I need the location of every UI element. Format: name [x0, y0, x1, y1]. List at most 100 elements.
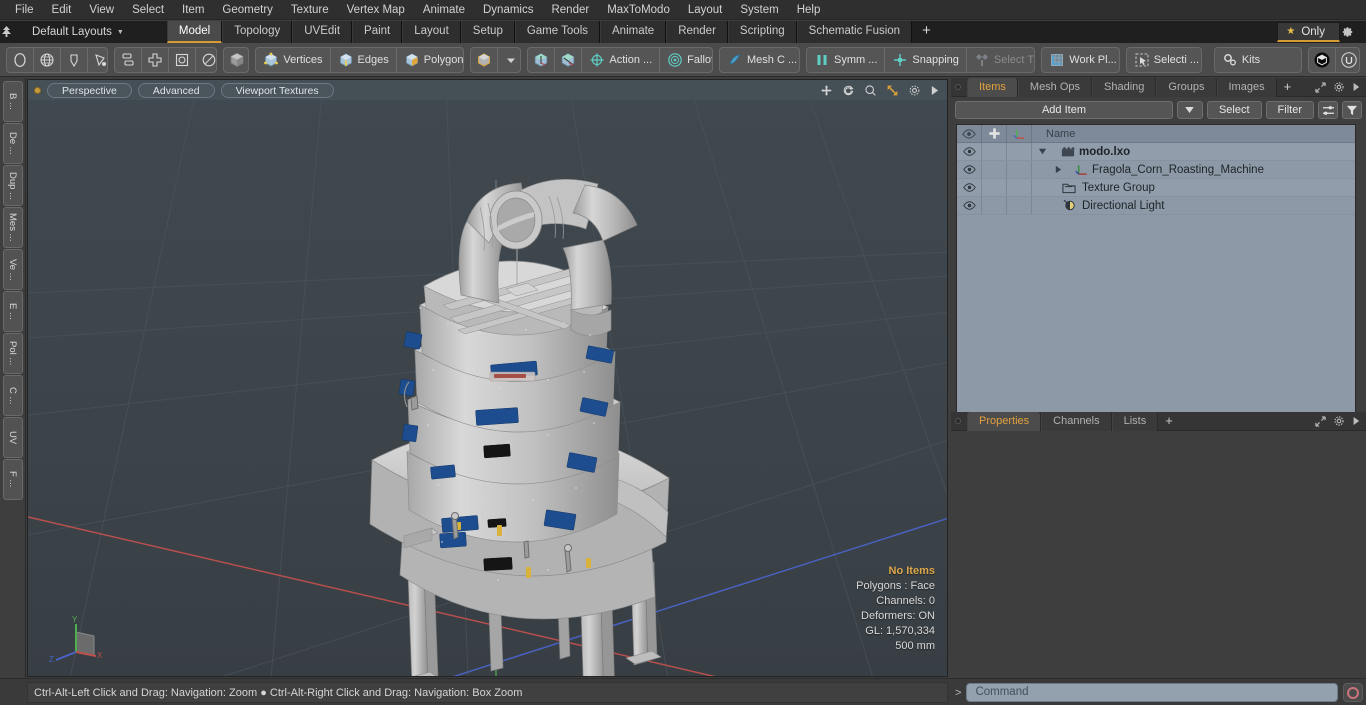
- menu-item-texture[interactable]: Texture: [282, 1, 338, 19]
- tab-images[interactable]: Images: [1216, 77, 1277, 97]
- table-row[interactable]: modo.lxo: [957, 143, 1355, 161]
- row-transform-cell[interactable]: [1007, 161, 1032, 178]
- row-lock-cell[interactable]: [982, 143, 1007, 160]
- 3d-viewport[interactable]: Perspective Advanced Viewport Textures Y…: [27, 79, 948, 677]
- left-strip-item-deform[interactable]: De ...: [2, 123, 23, 164]
- left-strip-item-vertex[interactable]: Ve ...: [2, 249, 23, 290]
- material-mode-dropdown[interactable]: [498, 48, 521, 72]
- tab-setup[interactable]: Setup: [460, 21, 515, 43]
- selection-sets-button[interactable]: Selecti ...: [1127, 48, 1201, 72]
- filter-funnel-icon[interactable]: [1342, 101, 1362, 119]
- tab-scripting[interactable]: Scripting: [727, 21, 797, 43]
- command-record-button[interactable]: [1343, 683, 1363, 702]
- tab-groups[interactable]: Groups: [1156, 77, 1217, 97]
- menu-item-item[interactable]: Item: [173, 1, 213, 19]
- chevron-right-icon[interactable]: [1352, 416, 1360, 426]
- chevron-right-icon[interactable]: [930, 85, 939, 96]
- select-through-button[interactable]: Select T...: [967, 48, 1034, 72]
- scale-tool-button[interactable]: [169, 47, 197, 72]
- only-toggle-button[interactable]: ★ Only: [1277, 22, 1340, 42]
- item-tree-row-texture-group[interactable]: Texture Group: [1032, 179, 1355, 196]
- left-strip-item-command[interactable]: C ...: [2, 375, 23, 416]
- kits-button[interactable]: Kits: [1215, 48, 1301, 72]
- menu-item-file[interactable]: File: [6, 1, 43, 19]
- modo-bridge-button[interactable]: [1309, 47, 1337, 72]
- gear-icon[interactable]: [908, 84, 921, 97]
- row-transform-cell[interactable]: [1007, 143, 1032, 160]
- fit-icon[interactable]: [886, 84, 899, 97]
- menu-item-maxtomodo[interactable]: MaxToModo: [598, 1, 679, 19]
- add-item-button[interactable]: Add Item: [955, 101, 1173, 119]
- vertices-mode-button[interactable]: Vertices: [256, 47, 331, 72]
- panel-menu-dot-icon[interactable]: [955, 84, 961, 90]
- viewport-view-selector[interactable]: Perspective: [47, 82, 132, 98]
- viewport-canvas[interactable]: [28, 80, 947, 676]
- menu-item-vertex-map[interactable]: Vertex Map: [338, 1, 414, 19]
- menu-item-dynamics[interactable]: Dynamics: [474, 1, 542, 19]
- tab-shading[interactable]: Shading: [1092, 77, 1157, 97]
- menu-item-view[interactable]: View: [80, 1, 123, 19]
- menu-item-help[interactable]: Help: [788, 1, 830, 19]
- expander-down-icon[interactable]: [1038, 147, 1047, 156]
- expand-icon[interactable]: [1315, 81, 1326, 93]
- gear-icon[interactable]: [1340, 25, 1362, 39]
- tab-items[interactable]: Items: [967, 77, 1018, 97]
- table-row[interactable]: Texture Group: [957, 179, 1355, 197]
- tab-lists[interactable]: Lists: [1111, 411, 1159, 431]
- work-plane-button[interactable]: Work Pl...: [1042, 48, 1119, 72]
- action-center-auto-button[interactable]: [528, 47, 556, 72]
- row-visibility-toggle[interactable]: [957, 197, 982, 214]
- menu-item-layout[interactable]: Layout: [679, 1, 732, 19]
- left-strip-item-fur[interactable]: F ...: [2, 459, 23, 500]
- tab-mesh-ops[interactable]: Mesh Ops: [1017, 77, 1093, 97]
- tab-model[interactable]: Model: [166, 21, 223, 43]
- chevron-right-icon[interactable]: [1352, 82, 1360, 92]
- polygons-mode-button[interactable]: Polygons: [397, 48, 463, 72]
- add-panel-tab-button[interactable]: +: [1277, 78, 1299, 97]
- left-strip-item-duplicate[interactable]: Dup ...: [2, 165, 23, 206]
- add-properties-tab-button[interactable]: +: [1158, 412, 1180, 431]
- left-strip-item-basic[interactable]: B ...: [2, 81, 23, 122]
- table-row[interactable]: Fragola_Corn_Roasting_Machine: [957, 161, 1355, 179]
- edges-mode-button[interactable]: Edges: [331, 47, 397, 72]
- left-strip-item-uv[interactable]: UV: [2, 417, 23, 458]
- add-tab-button[interactable]: +: [912, 21, 941, 43]
- menu-item-edit[interactable]: Edit: [43, 1, 81, 19]
- add-item-dropdown[interactable]: [1176, 101, 1203, 119]
- zoom-icon[interactable]: [864, 84, 877, 97]
- tab-animate[interactable]: Animate: [600, 21, 667, 43]
- row-lock-cell[interactable]: [982, 161, 1007, 178]
- viewport-textures-selector[interactable]: Viewport Textures: [220, 82, 334, 98]
- row-visibility-toggle[interactable]: [957, 179, 982, 196]
- tab-channels[interactable]: Channels: [1041, 411, 1112, 431]
- rotate-icon[interactable]: [842, 84, 855, 97]
- menu-item-select[interactable]: Select: [123, 1, 173, 19]
- item-tree-row-mesh[interactable]: Fragola_Corn_Roasting_Machine: [1032, 161, 1355, 178]
- tab-uvedit[interactable]: UVEdit: [292, 21, 353, 43]
- gear-icon[interactable]: [1333, 81, 1345, 93]
- filter-button[interactable]: Filter: [1265, 101, 1314, 119]
- item-tree-row-scene[interactable]: modo.lxo: [1032, 143, 1355, 160]
- ellipse-tool-button[interactable]: [7, 47, 34, 72]
- menu-item-render[interactable]: Render: [542, 1, 598, 19]
- tab-properties[interactable]: Properties: [967, 411, 1042, 431]
- properties-menu-dot-icon[interactable]: [955, 418, 961, 424]
- action-center-button[interactable]: Action ...: [582, 47, 661, 72]
- expander-right-icon[interactable]: [1054, 165, 1063, 174]
- menu-item-geometry[interactable]: Geometry: [213, 1, 282, 19]
- viewport-menu-dot-icon[interactable]: [34, 86, 41, 94]
- tab-render[interactable]: Render: [666, 21, 728, 43]
- row-lock-cell[interactable]: [982, 197, 1007, 214]
- falloff-button[interactable]: Falloff: [660, 48, 712, 72]
- snapping-button[interactable]: Snapping: [885, 47, 967, 72]
- pan-icon[interactable]: [820, 84, 833, 97]
- table-row[interactable]: Directional Light: [957, 197, 1355, 215]
- menu-item-animate[interactable]: Animate: [414, 1, 474, 19]
- viewport-shading-selector[interactable]: Advanced: [137, 82, 215, 98]
- globe-tool-button[interactable]: [34, 47, 61, 72]
- tab-paint[interactable]: Paint: [352, 21, 403, 43]
- material-mode-button[interactable]: [471, 47, 498, 72]
- left-strip-item-edge[interactable]: E ...: [2, 291, 23, 332]
- unreal-bridge-button[interactable]: [1336, 48, 1359, 72]
- list-options-icon[interactable]: [1318, 101, 1338, 119]
